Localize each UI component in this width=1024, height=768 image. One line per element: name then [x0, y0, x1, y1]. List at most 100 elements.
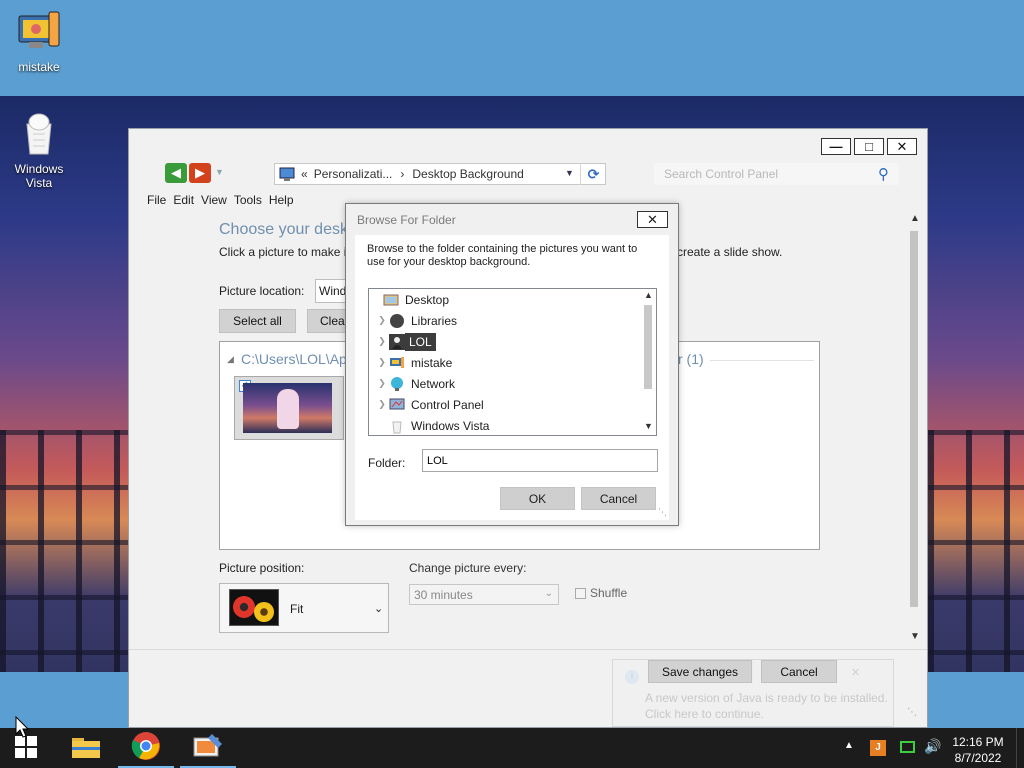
tree-item-label: Desktop [405, 292, 450, 307]
scroll-down-arrow-icon[interactable]: ▼ [644, 421, 653, 431]
libraries-icon [389, 313, 405, 329]
tree-item-label: Network [411, 376, 456, 391]
tree-scroll-thumb[interactable] [644, 305, 652, 389]
notification-line-1: A new version of Java is ready to be ins… [645, 691, 888, 705]
thumbnail-image [243, 383, 332, 433]
minimize-button[interactable]: — [821, 138, 851, 155]
folder-input[interactable] [422, 449, 658, 472]
recent-pages-dropdown[interactable]: ▼ [215, 167, 224, 177]
dialog-resize-grip-icon[interactable]: ⋱ [658, 507, 667, 518]
group-header-count: r (1) [678, 351, 704, 367]
forward-arrow-icon: ▶ [195, 165, 205, 180]
chevron-down-icon: ⌄ [374, 603, 384, 615]
taskbar-control-panel[interactable] [180, 728, 236, 768]
picture-position-select[interactable]: Fit ⌄ [219, 583, 389, 633]
tree-item-label: mistake [411, 355, 453, 370]
tree-item-label: Libraries [411, 313, 458, 328]
expand-chevron-icon[interactable]: ❯ [375, 336, 389, 347]
menu-tools[interactable]: Tools [234, 191, 269, 211]
expand-chevron-icon[interactable]: ❯ [375, 378, 389, 389]
desktop-icon-windows-vista[interactable]: Windows Vista [1, 110, 77, 190]
change-picture-every-select[interactable]: 30 minutes ⌄ [409, 584, 559, 605]
network-tray-icon[interactable] [900, 741, 915, 753]
address-bar[interactable]: « Personalizati... › Desktop Background … [274, 163, 606, 185]
menu-file[interactable]: File [129, 191, 173, 211]
group-header-path[interactable]: C:\Users\LOL\Ap [241, 351, 347, 367]
taskbar-file-explorer[interactable] [58, 728, 114, 768]
ok-button[interactable]: OK [500, 487, 575, 510]
notification-line-2: Click here to continue. [645, 707, 764, 721]
java-tray-icon[interactable]: J [870, 740, 886, 756]
dialog-close-button[interactable]: ✕ [637, 211, 668, 228]
vertical-scrollbar[interactable]: ▲ ▼ [907, 213, 923, 647]
clock-date: 8/7/2022 [954, 751, 1002, 765]
close-icon: ✕ [647, 211, 658, 227]
expand-chevron-icon[interactable]: ❯ [375, 399, 389, 410]
page-subtitle-end: create a slide show. [677, 245, 783, 259]
desktop-sky [0, 0, 1024, 96]
desktop-icon-mistake[interactable]: mistake [1, 8, 77, 74]
resize-grip-icon[interactable]: ⋱ [907, 707, 917, 718]
cancel-button-overlay[interactable]: Cancel [761, 660, 837, 683]
change-picture-every-value: 30 minutes [414, 588, 473, 602]
shuffle-checkbox-box[interactable] [575, 587, 586, 599]
tree-item-desktop[interactable]: Desktop [369, 289, 639, 310]
group-collapse-icon[interactable]: ◢ [227, 354, 234, 365]
scroll-up-arrow-icon[interactable]: ▲ [910, 213, 920, 224]
menu-edit[interactable]: Edit [173, 191, 201, 211]
show-desktop-button[interactable] [1016, 728, 1024, 768]
picture-position-value: Fit [290, 602, 304, 616]
tree-item-libraries[interactable]: ❯ Libraries [375, 310, 645, 331]
back-arrow-icon: ◀ [171, 165, 181, 180]
breadcrumb-prefix[interactable]: « [301, 167, 308, 181]
address-dropdown-icon[interactable]: ▼ [565, 168, 574, 178]
chrome-icon [131, 731, 161, 764]
picture-thumbnail[interactable]: ✓ [234, 376, 344, 440]
forward-button[interactable]: ▶ [189, 163, 211, 183]
save-changes-button-overlay[interactable]: Save changes [648, 660, 752, 683]
group-divider [710, 360, 814, 361]
refresh-button[interactable]: ⟳ [580, 163, 606, 185]
tree-item-lol[interactable]: ❯ LOL [375, 331, 645, 352]
taskbar-clock[interactable]: 12:16 PM 8/7/2022 [948, 734, 1008, 766]
shuffle-checkbox[interactable]: Shuffle [575, 586, 627, 600]
tree-item-mistake[interactable]: ❯ mistake [375, 352, 645, 373]
tree-scrollbar[interactable]: ▲ ▼ [640, 289, 656, 435]
folder-tree[interactable]: Desktop ❯ Libraries ❯ LOL ❯ mistake ❯ Ne… [368, 288, 657, 436]
clear-all-button[interactable]: Clear [307, 309, 349, 333]
close-button[interactable]: ✕ [887, 138, 917, 155]
menu-view[interactable]: View [201, 191, 234, 211]
scroll-down-arrow-icon[interactable]: ▼ [910, 631, 920, 642]
tree-item-control-panel[interactable]: ❯ Control Panel [375, 394, 645, 415]
maximize-button[interactable]: □ [854, 138, 884, 155]
dialog-cancel-button[interactable]: Cancel [581, 487, 656, 510]
mouse-cursor-icon [15, 715, 30, 741]
notification-close-icon[interactable]: ✕ [851, 666, 860, 679]
back-button[interactable]: ◀ [165, 163, 187, 183]
scroll-up-arrow-icon[interactable]: ▲ [644, 290, 653, 300]
select-all-button[interactable]: Select all [219, 309, 296, 333]
expand-chevron-icon[interactable]: ❯ [375, 315, 389, 326]
computer-icon [15, 8, 63, 56]
tree-item-windows-vista[interactable]: Windows Vista [375, 415, 645, 435]
search-input[interactable]: Search Control Panel ⚲ [654, 163, 899, 185]
shuffle-label: Shuffle [590, 586, 628, 600]
search-placeholder: Search Control Panel [664, 167, 779, 181]
breadcrumb-personalization[interactable]: Personalizati... [314, 167, 393, 181]
search-icon[interactable]: ⚲ [878, 165, 889, 183]
notification-text[interactable]: A new version of Java is ready to be ins… [645, 690, 888, 722]
taskbar-chrome[interactable] [118, 728, 174, 768]
show-hidden-icons-button[interactable]: ▲ [844, 740, 854, 751]
expand-chevron-icon[interactable]: ❯ [375, 357, 389, 368]
minimize-icon: — [829, 139, 843, 154]
control-panel-icon [389, 397, 405, 413]
scroll-thumb[interactable] [910, 231, 918, 607]
menu-help[interactable]: Help [269, 191, 301, 211]
desktop-icon-label: mistake [18, 60, 60, 74]
tree-item-label: LOL [405, 332, 436, 351]
browse-for-folder-dialog: Browse For Folder ✕ Browse to the folder… [345, 203, 679, 526]
breadcrumb-desktop-background[interactable]: Desktop Background [412, 167, 523, 181]
tree-item-network[interactable]: ❯ Network [375, 373, 645, 394]
volume-icon[interactable]: 🔊 [924, 738, 941, 755]
window-titlebar[interactable]: — □ ✕ [129, 129, 927, 161]
